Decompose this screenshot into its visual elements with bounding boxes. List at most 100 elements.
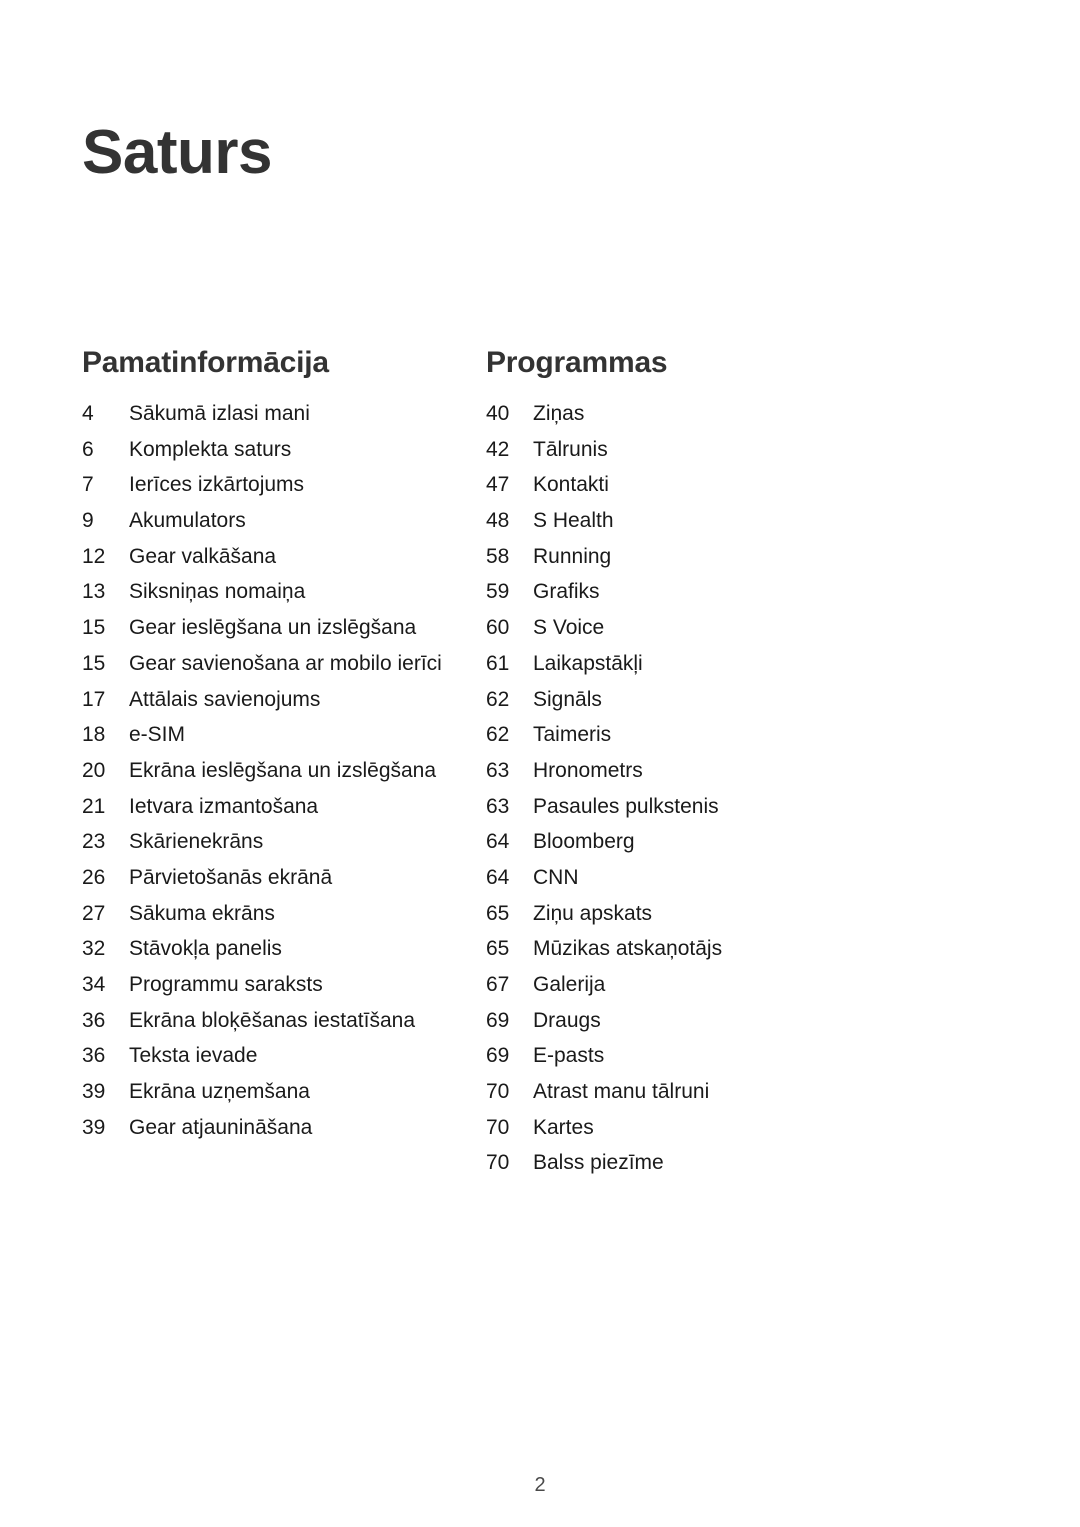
toc-entry[interactable]: 4 Sākumā izlasi mani (82, 402, 478, 438)
toc-entry-label: Sākumā izlasi mani (129, 402, 310, 425)
toc-entry-label: Akumulators (129, 509, 246, 533)
toc-entry[interactable]: 42 Tālrunis (486, 438, 978, 474)
toc-entry-page-number: 6 (82, 437, 94, 461)
toc-entry-page-number: 40 (486, 402, 510, 425)
toc-entry-page-number: 48 (486, 509, 510, 533)
toc-entry[interactable]: 65 Ziņu apskats (486, 902, 978, 938)
toc-entry-label: Ekrāna uzņemšana (129, 1080, 310, 1104)
toc-entry[interactable]: 64 Bloomberg (486, 830, 978, 866)
toc-entry[interactable]: 58 Running (486, 545, 978, 581)
toc-entry-page-number: 39 (82, 1115, 106, 1139)
toc-entry-page-number: 23 (82, 830, 106, 854)
toc-entry-page-number: 65 (486, 901, 510, 925)
toc-entry-label: Teksta ievade (129, 1044, 258, 1068)
toc-entry[interactable]: 60 S Voice (486, 616, 978, 652)
toc-entry[interactable]: 64 CNN (486, 866, 978, 902)
toc-entry-label: Taimeris (533, 723, 612, 747)
toc-entry-label: Gear ieslēgšana un izslēgšana (129, 616, 417, 640)
toc-entry-page-number: 61 (486, 651, 510, 675)
toc-entry[interactable]: 40 Ziņas (486, 402, 978, 438)
toc-entry[interactable]: 12 Gear valkāšana (82, 545, 478, 581)
toc-entry[interactable]: 69 E-pasts (486, 1044, 978, 1080)
toc-entry-label: CNN (533, 865, 579, 889)
toc-entry-page-number: 63 (486, 758, 510, 782)
toc-entry-page-number: 7 (82, 473, 94, 497)
toc-entry[interactable]: 34 Programmu saraksts (82, 973, 478, 1009)
toc-entry-label: Ziņu apskats (533, 901, 653, 925)
toc-entry-label: Programmu saraksts (129, 973, 323, 996)
toc-entry-label: Draugs (533, 1008, 601, 1032)
toc-entry[interactable]: 9 Akumulators (82, 509, 478, 545)
toc-entry-page-number: 42 (486, 437, 510, 461)
toc-entry[interactable]: 39 Ekrāna uzņemšana (82, 1080, 478, 1116)
toc-entry-label: Ziņas (533, 402, 585, 425)
toc-entry-label: Laikapstākļi (533, 651, 643, 675)
toc-entry[interactable]: 20 Ekrāna ieslēgšana un izslēgšana (82, 759, 478, 795)
toc-entry-label: Attālais savienojums (129, 687, 321, 711)
toc-entry-page-number: 69 (486, 1044, 510, 1068)
toc-entry-label: E-pasts (533, 1044, 605, 1068)
toc-entry-page-number: 27 (82, 901, 106, 925)
toc-entry[interactable]: 48 S Health (486, 509, 978, 545)
toc-entry-page-number: 21 (82, 794, 106, 818)
toc-entry[interactable]: 26 Pārvietošanās ekrānā (82, 866, 478, 902)
toc-entry-label: Komplekta saturs (129, 437, 292, 461)
toc-entry[interactable]: 62 Signāls (486, 688, 978, 724)
toc-entry-label: S Health (533, 509, 614, 533)
toc-entry-page-number: 15 (82, 651, 106, 675)
toc-list-pamatinformacija: 4 Sākumā izlasi mani 6 Komplekta saturs 7 Ier… (82, 402, 478, 1151)
toc-entry-page-number: 60 (486, 616, 510, 640)
toc-entry[interactable]: 32 Stāvokļa panelis (82, 937, 478, 973)
toc-entry-page-number: 9 (82, 509, 94, 533)
table-of-contents: Pamatinformācija 4 Sākumā izlasi mani 6 Kom… (0, 348, 1080, 1187)
toc-entry[interactable]: 65 Mūzikas atskaņotājs (486, 937, 978, 973)
toc-entry-label: Skārienekrāns (129, 830, 264, 854)
toc-entry[interactable]: 36 Ekrāna bloķēšanas iestatīšana (82, 1009, 478, 1045)
toc-entry-label: Kontakti (533, 473, 609, 497)
toc-entry-label: Stāvokļa panelis (129, 937, 282, 961)
toc-entry[interactable]: 70 Atrast manu tālruni (486, 1080, 978, 1116)
toc-entry-label: S Voice (533, 616, 605, 640)
toc-entry-label: Pārvietošanās ekrānā (129, 865, 333, 889)
toc-entry[interactable]: 70 Balss piezīme (486, 1151, 978, 1187)
toc-entry-page-number: 65 (486, 937, 510, 961)
toc-entry[interactable]: 23 Skārienekrāns (82, 830, 478, 866)
toc-entry[interactable]: 47 Kontakti (486, 473, 978, 509)
toc-entry-label: Grafiks (533, 580, 600, 604)
toc-entry[interactable]: 36 Teksta ievade (82, 1044, 478, 1080)
toc-entry-page-number: 36 (82, 1044, 106, 1068)
toc-entry[interactable]: 62 Taimeris (486, 723, 978, 759)
toc-entry-page-number: 64 (486, 865, 510, 889)
toc-entry[interactable]: 13 Siksniņas nomaiņa (82, 580, 478, 616)
toc-entry-page-number: 20 (82, 758, 106, 782)
toc-entry[interactable]: 67 Galerija (486, 973, 978, 1009)
toc-entry-label: Ierīces izkārtojums (129, 473, 305, 497)
toc-entry[interactable]: 69 Draugs (486, 1009, 978, 1045)
toc-entry[interactable]: 15 Gear ieslēgšana un izslēgšana (82, 616, 478, 652)
toc-entry-label: Siksniņas nomaiņa (129, 580, 306, 604)
toc-entry[interactable]: 70 Kartes (486, 1116, 978, 1152)
toc-entry[interactable]: 61 Laikapstākļi (486, 652, 978, 688)
toc-entry[interactable]: 17 Attālais savienojums (82, 688, 478, 724)
toc-entry[interactable]: 21 Ietvara izmantošana (82, 795, 478, 831)
section-heading-pamatinformacija: Pamatinformācija (82, 346, 329, 379)
toc-entry[interactable]: 15 Gear savienošana ar mobilo ierīci (82, 652, 478, 688)
toc-entry[interactable]: 27 Sākuma ekrāns (82, 902, 478, 938)
toc-entry[interactable]: 59 Grafiks (486, 580, 978, 616)
toc-entry[interactable]: 6 Komplekta saturs (82, 438, 478, 474)
toc-entry[interactable]: 63 Pasaules pulkstenis (486, 795, 978, 831)
toc-entry-label: Gear valkāšana (129, 544, 277, 568)
toc-entry-label: Hronometrs (533, 758, 643, 782)
section-heading-programmas: Programmas (486, 346, 668, 379)
toc-entry-page-number: 26 (82, 865, 106, 889)
toc-entry-label: Bloomberg (533, 830, 635, 854)
toc-entry[interactable]: 18 e-SIM (82, 723, 478, 759)
toc-entry-label: Gear savienošana ar mobilo ierīci (129, 651, 442, 675)
toc-entry[interactable]: 63 Hronometrs (486, 759, 978, 795)
toc-entry-page-number: 32 (82, 937, 106, 961)
toc-entry-label: Gear atjaunināšana (129, 1115, 313, 1139)
toc-entry-page-number: 70 (486, 1115, 510, 1139)
toc-entry[interactable]: 7 Ierīces izkārtojums (82, 473, 478, 509)
toc-entry-page-number: 62 (486, 687, 510, 711)
toc-entry[interactable]: 39 Gear atjaunināšana (82, 1116, 478, 1152)
